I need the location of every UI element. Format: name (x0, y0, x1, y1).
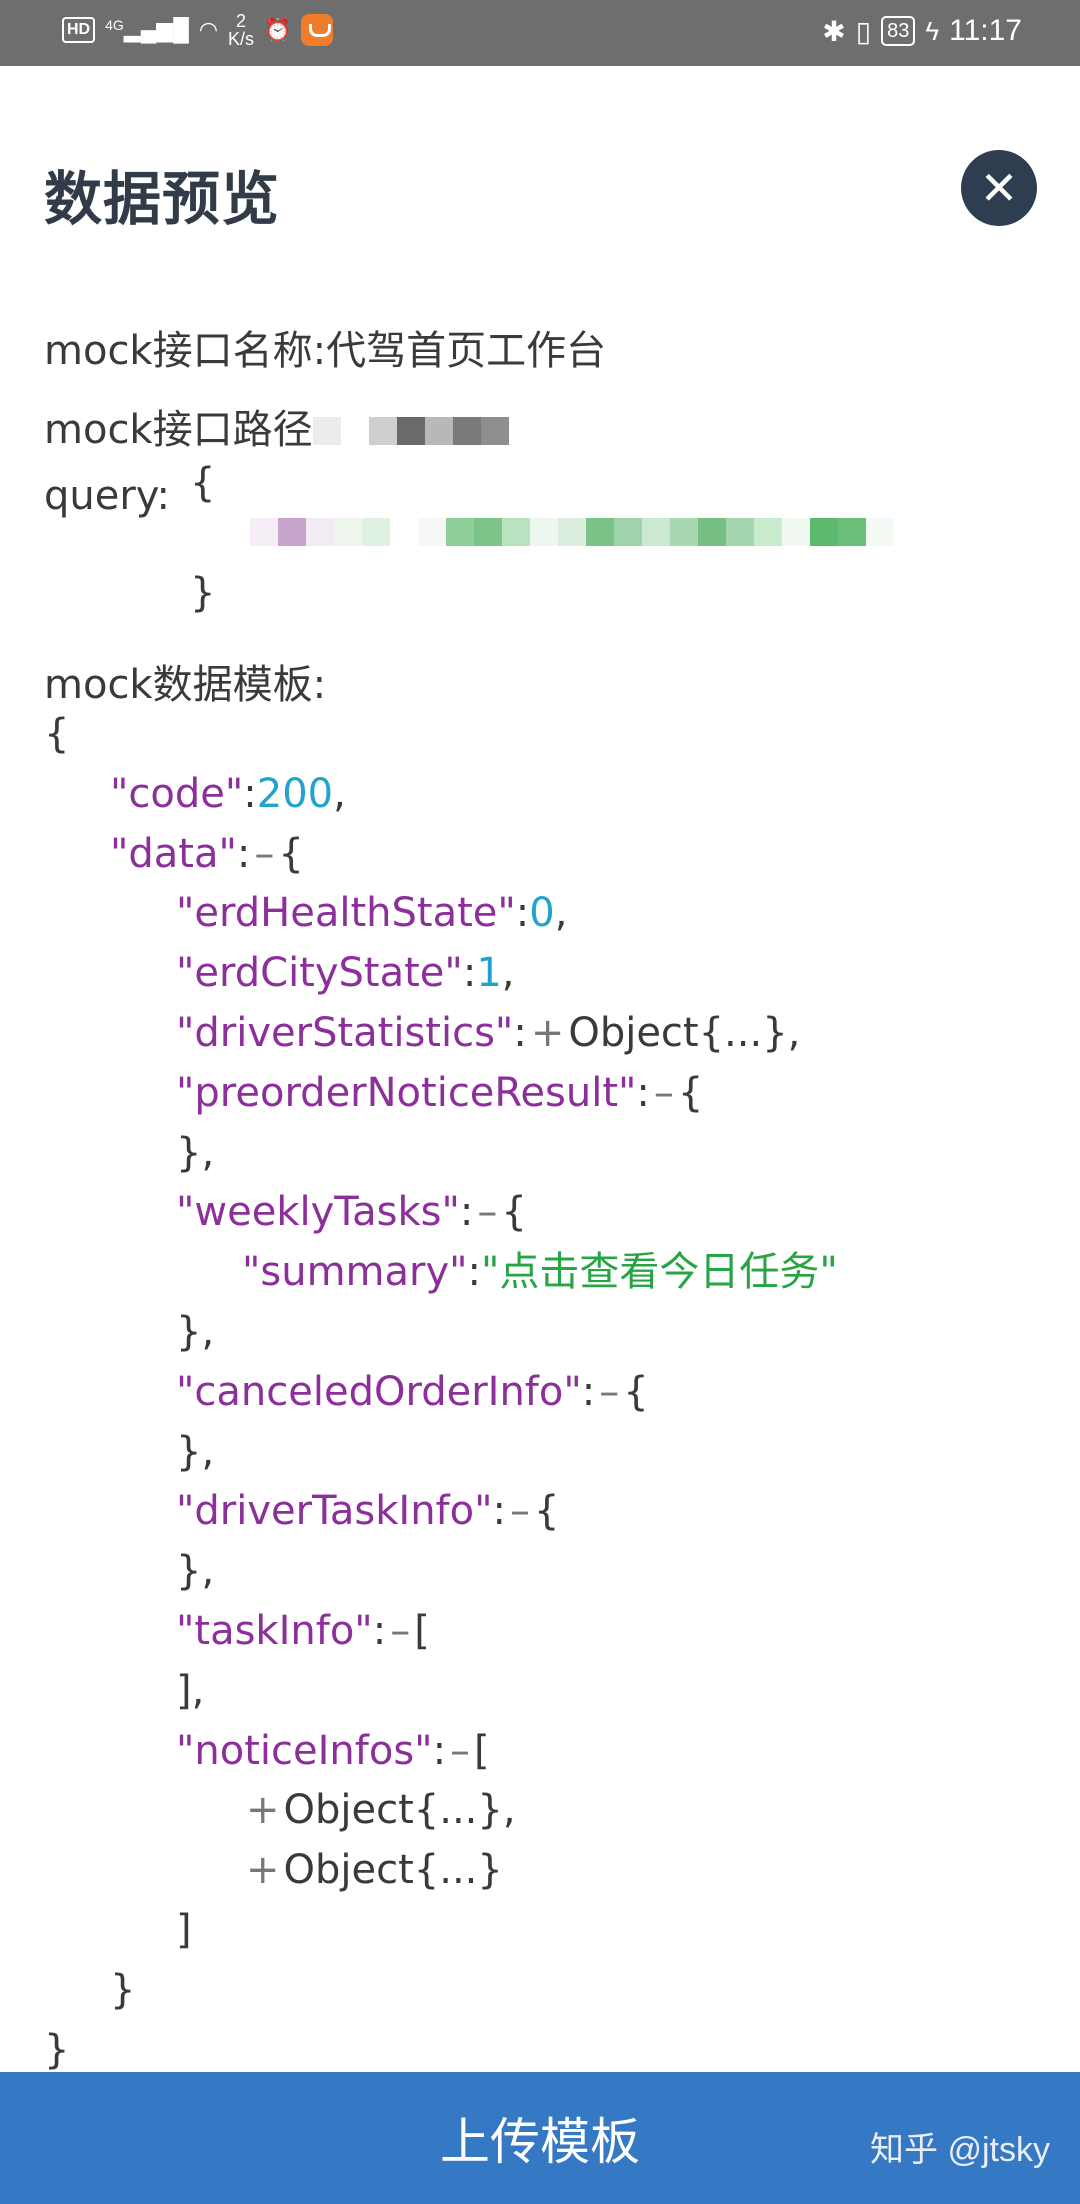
json-line: "preorderNoticeResult": –{ (176, 1069, 704, 1116)
json-line: ], (176, 1667, 205, 1714)
json-line: "code":200, (110, 770, 346, 817)
upload-template-label: 上传模板 (440, 2113, 640, 2171)
page-title: 数据预览 (44, 165, 281, 233)
json-line: "data": –{ (110, 830, 304, 877)
json-line: "canceledOrderInfo": –{ (176, 1368, 649, 1415)
json-line: }, (176, 1308, 215, 1355)
json-key: "canceledOrderInfo" (176, 1368, 582, 1415)
json-number: 0 (529, 890, 555, 937)
network-signal-icon: 4G▂▄▆█ (105, 17, 189, 42)
collapsed-object: Object{...} (283, 1847, 503, 1894)
json-line: "erdHealthState":0, (176, 890, 568, 937)
json-line: }, (176, 1129, 215, 1176)
json-key: "taskInfo" (176, 1607, 373, 1654)
json-line: ] (176, 1906, 192, 1953)
json-line: } (110, 1966, 136, 2013)
close-button[interactable]: ✕ (961, 150, 1037, 226)
charging-icon: ϟ (925, 15, 940, 46)
json-line: "summary":"点击查看今日任务" (242, 1249, 838, 1296)
vibrate-icon: ▯ (855, 15, 872, 47)
status-bar: HD 4G▂▄▆█ ◠ 2 K/s ⏰ ✱ ▯ 83 ϟ 11:17 (0, 0, 1080, 66)
json-line: }, (176, 1428, 215, 1475)
status-right: ✱ ▯ 83 ϟ 11:17 (822, 14, 1022, 48)
collapse-toggle[interactable]: – (390, 1608, 410, 1654)
json-key: "erdCityState" (176, 950, 463, 997)
expand-toggle[interactable]: + (531, 1010, 565, 1056)
json-preview: { "code":200, "data": –{ "erdHealthState"… (44, 705, 838, 2080)
json-string: "点击查看今日任务" (481, 1249, 838, 1296)
json-key: "driverStatistics" (176, 1009, 514, 1056)
json-line: "noticeInfos": –[ (176, 1727, 490, 1774)
clock: 11:17 (949, 14, 1022, 47)
redacted-path (312, 409, 509, 455)
collapse-toggle[interactable]: – (599, 1369, 619, 1415)
wifi-icon: ◠ (198, 17, 219, 42)
json-key: "weeklyTasks" (176, 1189, 460, 1236)
collapse-toggle[interactable]: – (654, 1070, 674, 1116)
api-name-line: mock接口名称:代驾首页工作台 (44, 328, 607, 374)
mock-template-label: mock数据模板: (44, 662, 327, 708)
json-line: { (44, 711, 70, 757)
json-line: "erdCityState":1, (176, 950, 515, 997)
close-icon: ✕ (979, 161, 1019, 215)
json-key: "driverTaskInfo" (176, 1488, 493, 1535)
app-notification-icon (301, 14, 334, 46)
json-line: "driverTaskInfo": –{ (176, 1488, 560, 1535)
json-line: "weeklyTasks": –{ (176, 1189, 527, 1236)
json-line: + Object{...} (44, 1841, 838, 1901)
json-line: "driverStatistics": + Object{...}, (176, 1009, 801, 1056)
collapse-toggle[interactable]: – (510, 1488, 530, 1534)
json-line: "taskInfo": –[ (176, 1607, 430, 1654)
json-line: + Object{...}, (246, 1787, 516, 1834)
query-open-brace: { (190, 460, 216, 506)
json-key: "summary" (242, 1249, 468, 1296)
json-key: "code" (110, 770, 244, 817)
expand-toggle[interactable]: + (246, 1847, 280, 1893)
api-path-line: mock接口路径 (44, 397, 509, 455)
battery-indicator: 83 (881, 16, 916, 46)
json-line: }, (176, 1548, 215, 1595)
json-number: 1 (476, 950, 502, 997)
status-left: HD 4G▂▄▆█ ◠ 2 K/s ⏰ (62, 11, 334, 49)
json-key: "data" (110, 830, 237, 877)
api-path-label: mock接口路径 (44, 407, 313, 453)
json-number: 200 (256, 770, 334, 817)
hd-icon: HD (62, 17, 96, 43)
expand-toggle[interactable]: + (246, 1787, 280, 1833)
watermark: 知乎 @jtsky (870, 2131, 1050, 2169)
collapse-toggle[interactable]: – (254, 831, 274, 877)
query-label: query: (44, 473, 171, 519)
json-key: "noticeInfos" (176, 1727, 433, 1774)
json-key: "erdHealthState" (176, 890, 516, 937)
bluetooth-icon: ✱ (822, 15, 846, 47)
collapse-toggle[interactable]: – (477, 1189, 497, 1235)
alarm-icon: ⏰ (264, 17, 292, 42)
collapsed-object: Object{...} (568, 1009, 788, 1056)
json-key: "preorderNoticeResult" (176, 1069, 637, 1116)
collapse-toggle[interactable]: – (450, 1728, 470, 1774)
collapsed-object: Object{...} (283, 1787, 503, 1834)
redacted-query (250, 518, 894, 550)
query-close-brace: } (190, 570, 216, 616)
net-speed: 2 K/s (228, 11, 255, 49)
